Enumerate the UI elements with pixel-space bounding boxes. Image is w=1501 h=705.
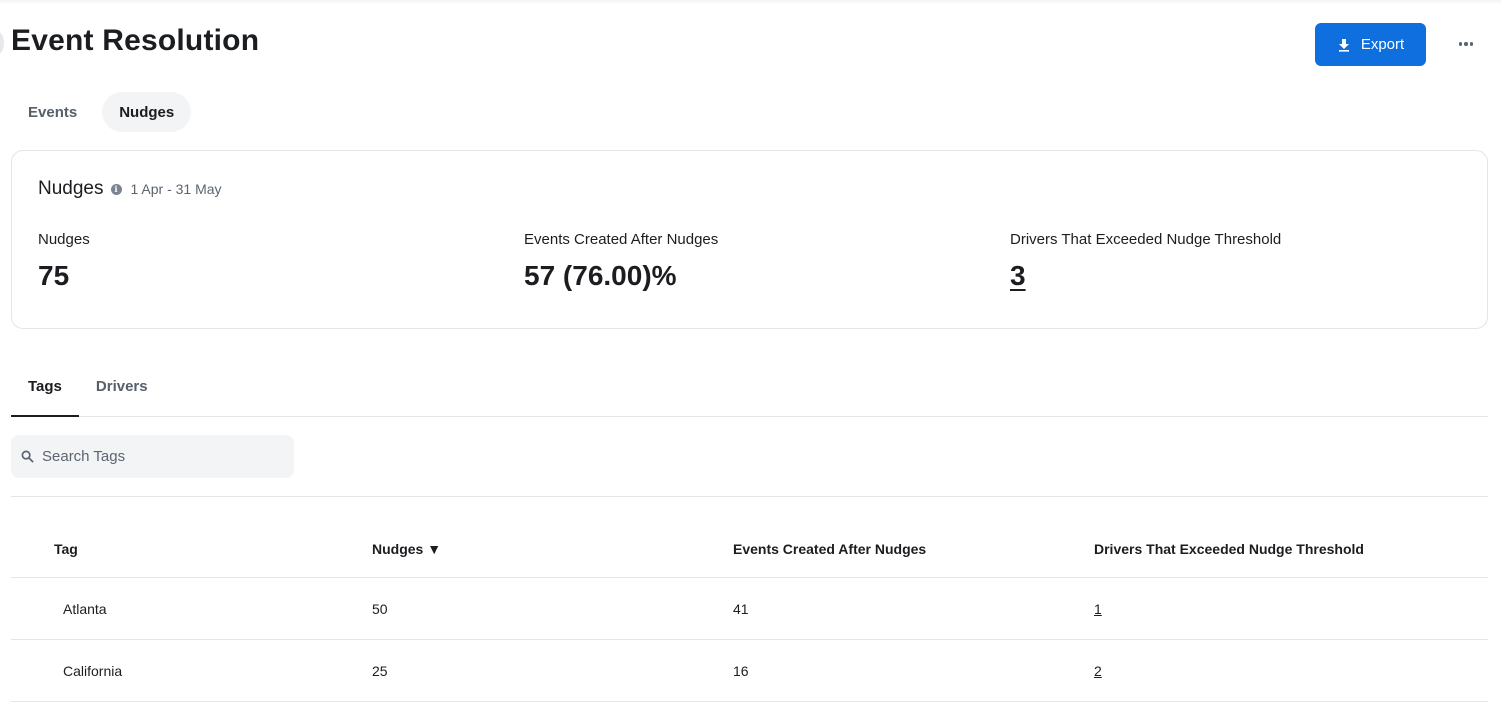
kpi-nudges: Nudges 75: [38, 231, 90, 292]
info-icon[interactable]: i: [110, 183, 122, 195]
column-header-nudges[interactable]: Nudges ▼: [372, 541, 733, 557]
column-header-tag[interactable]: Tag: [11, 541, 372, 557]
cell-tag: California: [63, 662, 123, 679]
cell-events-created: 41: [733, 600, 749, 617]
table-header-row: Tag Nudges ▼ Events Created After Nudges…: [11, 521, 1488, 578]
kpi-label: Nudges: [38, 231, 90, 248]
kpi-events-created: Events Created After Nudges 57 (76.00)%: [524, 231, 718, 292]
date-range: 1 Apr - 31 May: [130, 181, 222, 197]
cell-drivers-exceeded-link[interactable]: 1: [1094, 601, 1488, 617]
cell-nudges: 50: [372, 600, 388, 617]
cell-nudges: 25: [372, 662, 388, 679]
card-header: Nudges i 1 Apr - 31 May: [38, 178, 222, 200]
tab-drivers[interactable]: Drivers: [79, 365, 165, 416]
kpi-value: 57 (76.00)%: [524, 260, 677, 291]
table-row[interactable]: Atlanta 50 41 1: [11, 578, 1488, 640]
table-row[interactable]: California 25 16 2: [11, 640, 1488, 702]
kpi-label: Events Created After Nudges: [524, 231, 719, 248]
download-icon: [1338, 38, 1349, 52]
card-title: Nudges: [38, 178, 104, 199]
more-horizontal-icon: [1458, 42, 1463, 46]
page-title: Event Resolution: [11, 24, 260, 57]
view-tabs: Events Nudges: [11, 92, 192, 132]
kpi-value-link[interactable]: 3: [1010, 260, 1281, 292]
divider: [11, 496, 1488, 497]
export-label: Export: [1360, 36, 1405, 53]
sidebar-collapse-handle[interactable]: [0, 32, 4, 54]
kpi-drivers-exceeded: Drivers That Exceeded Nudge Threshold 3: [1010, 231, 1281, 292]
more-dot: [1469, 42, 1474, 46]
tags-table: Tag Nudges ▼ Events Created After Nudges…: [11, 521, 1488, 702]
top-shadow: [0, 0, 1501, 4]
more-dot: [1464, 42, 1468, 46]
search-tags-input[interactable]: [42, 448, 282, 465]
detail-tabs: Tags Drivers: [11, 365, 1488, 417]
column-header-events-created[interactable]: Events Created After Nudges: [733, 541, 1094, 557]
nudges-summary-card: Nudges i 1 Apr - 31 May Nudges 75 Events…: [11, 150, 1488, 329]
export-button[interactable]: Export: [1315, 23, 1426, 66]
tab-events[interactable]: Events: [11, 92, 94, 132]
kpi-value: 75: [38, 260, 70, 291]
search-box: [11, 435, 294, 478]
cell-events-created: 16: [733, 662, 749, 679]
column-header-drivers-exceeded[interactable]: Drivers That Exceeded Nudge Threshold: [1094, 541, 1488, 557]
more-options-button[interactable]: [1452, 34, 1480, 54]
cell-drivers-exceeded-link[interactable]: 2: [1094, 663, 1488, 679]
tab-tags[interactable]: Tags: [11, 365, 79, 417]
cell-tag: Atlanta: [63, 600, 107, 617]
kpi-label: Drivers That Exceeded Nudge Threshold: [1010, 231, 1282, 248]
tab-nudges[interactable]: Nudges: [102, 92, 192, 132]
search-icon: [21, 450, 34, 463]
